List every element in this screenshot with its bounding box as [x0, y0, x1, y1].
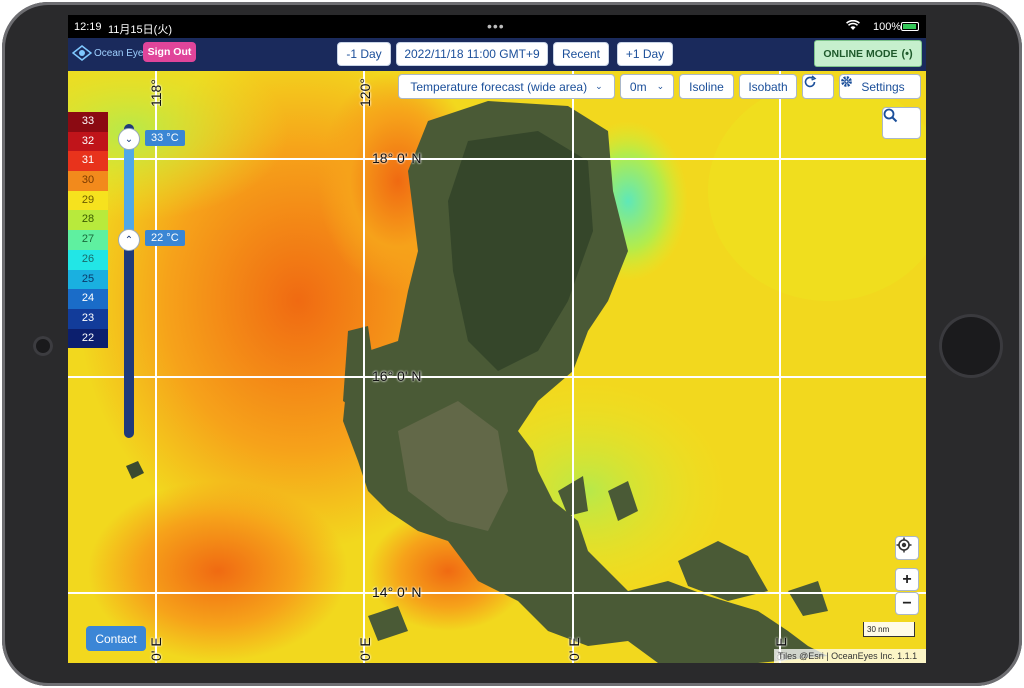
legend-cell: 33 — [68, 112, 108, 132]
locate-button[interactable] — [895, 536, 919, 560]
recent-button[interactable]: Recent — [553, 42, 609, 66]
min-temp-label: 22 °C — [145, 230, 185, 246]
sign-out-button[interactable]: Sign Out — [143, 42, 196, 62]
search-button[interactable] — [882, 107, 921, 139]
chevron-down-icon: ⌄ — [656, 81, 665, 91]
ocean-eyes-logo-icon — [72, 45, 92, 61]
locate-icon — [896, 537, 912, 553]
max-temp-label: 33 °C — [145, 130, 185, 146]
multitask-dots-icon: ••• — [487, 18, 505, 34]
chevron-down-icon: ⌄ — [595, 81, 603, 91]
max-temp-handle[interactable]: ⌄ — [118, 128, 140, 150]
map-view[interactable]: 118° 120° 18° 0' N 16° 0' N 14° 0' N 0' … — [68, 71, 926, 663]
zoom-out-button[interactable]: − — [895, 592, 919, 615]
logo-text: Ocean Eyes — [94, 47, 149, 59]
grid-label-lat-14: 14° 0' N — [372, 584, 422, 600]
legend-cell: 31 — [68, 151, 108, 172]
battery-icon — [901, 22, 919, 31]
grid-label-bottom-2: 0' E — [357, 637, 373, 661]
prev-day-button[interactable]: -1 Day — [337, 42, 391, 66]
grid-label-lon-118: 118° — [148, 79, 164, 107]
legend-cell: 26 — [68, 249, 108, 270]
depth-select-label: 0m — [629, 79, 647, 94]
legend-cell: 29 — [68, 190, 108, 211]
grid-label-lat-18: 18° 0' N — [372, 150, 422, 166]
temperature-legend: 33 32 31 30 29 28 27 26 25 24 23 22 — [68, 112, 108, 349]
scale-bar: 30 nm — [863, 622, 915, 637]
online-mode-label: ONLINE MODE — [823, 47, 898, 60]
range-slider-fill — [124, 141, 134, 241]
grid-label-bottom-3: 0' E — [566, 637, 582, 661]
broadcast-icon: (•) — [901, 47, 913, 60]
refresh-icon — [804, 75, 817, 88]
status-bar: 12:19 11月15日(火) ••• 100% — [68, 15, 926, 38]
chevron-down-icon: ⌄ — [124, 133, 134, 145]
status-date: 11月15日(火) — [108, 24, 172, 36]
legend-cell: 27 — [68, 230, 108, 250]
battery-percent: 100% — [873, 21, 902, 33]
app-logo: Ocean Eyes — [72, 45, 148, 61]
legend-cell: 22 — [68, 328, 108, 349]
isoline-button[interactable]: Isoline — [679, 74, 734, 99]
refresh-button[interactable] — [802, 74, 834, 99]
gear-icon — [841, 76, 852, 87]
legend-cell: 28 — [68, 210, 108, 231]
next-day-button[interactable]: +1 Day — [617, 42, 673, 66]
map-attribution: Tiles @Esri | OceanEyes Inc. 1.1.1 — [774, 649, 926, 663]
wifi-icon — [846, 19, 860, 34]
grid-label-lon-120: 120° — [357, 78, 373, 107]
front-camera — [33, 336, 53, 356]
datetime-button[interactable]: 2022/11/18 11:00 GMT+9 — [396, 42, 548, 66]
top-app-bar: Ocean Eyes Sign Out -1 Day 2022/11/18 11… — [68, 38, 926, 71]
screen: 12:19 11月15日(火) ••• 100% Ocean Eyes Sign… — [68, 15, 926, 663]
legend-cell: 23 — [68, 308, 108, 329]
contact-button[interactable]: Contact — [86, 626, 146, 651]
settings-button[interactable]: Settings — [839, 74, 921, 99]
grid-label-lat-16: 16° 0' N — [372, 368, 422, 384]
status-time: 12:19 — [74, 21, 102, 33]
layer-select-label: Temperature forecast (wide area) — [410, 79, 588, 94]
home-button[interactable] — [942, 317, 1000, 375]
zoom-in-button[interactable]: + — [895, 568, 919, 591]
grid-label-bottom-1: 0' E — [148, 637, 164, 661]
depth-select[interactable]: 0m ⌄ — [620, 74, 674, 99]
online-mode-button[interactable]: ONLINE MODE (•) — [814, 40, 922, 67]
isobath-button[interactable]: Isobath — [739, 74, 797, 99]
map-canvas — [68, 71, 926, 663]
layer-select[interactable]: Temperature forecast (wide area) ⌄ — [398, 74, 615, 99]
search-icon — [883, 108, 898, 123]
legend-cell: 25 — [68, 269, 108, 290]
min-temp-handle[interactable]: ⌃ — [118, 229, 140, 251]
legend-cell: 24 — [68, 289, 108, 309]
chevron-up-icon: ⌃ — [124, 234, 134, 246]
legend-cell: 32 — [68, 131, 108, 152]
settings-label: Settings — [861, 79, 905, 94]
legend-cell: 30 — [68, 171, 108, 191]
